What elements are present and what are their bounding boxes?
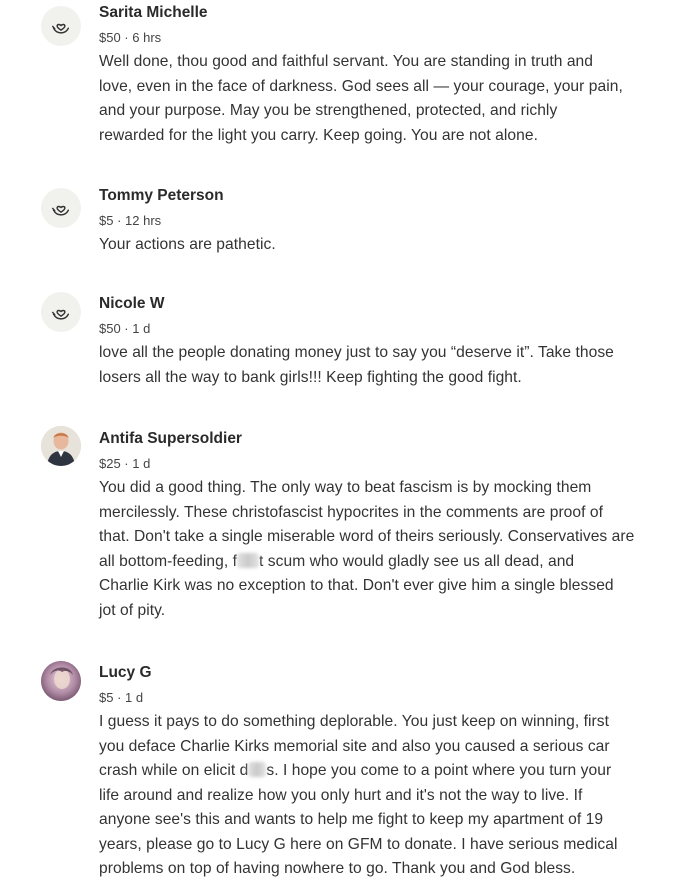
donation-comments-feed: Sarita Michelle $50 · 6 hrs Well done, t… [0,0,700,891]
commenter-name: Antifa Supersoldier [99,430,242,447]
censored-word [237,552,260,568]
comment-text: Well done, thou good and faithful servan… [99,53,623,144]
heart-hand-icon [41,188,81,228]
commenter-name: Lucy G [99,664,152,681]
donation-amount-time: $5 · 1 d [99,690,144,705]
comment-text: I guess it pays to do something deplorab… [99,713,618,877]
heart-hand-icon [41,292,81,332]
heart-hand-icon [41,6,81,46]
donation-amount-time: $50 · 6 hrs [99,30,162,45]
profile-photo-avatar [41,661,81,701]
commenter-name: Tommy Peterson [99,187,224,204]
donation-amount-time: $25 · 1 d [99,456,151,471]
donation-amount-time: $50 · 1 d [99,321,151,336]
donation-amount-time: $5 · 12 hrs [99,213,162,228]
comment-text: love all the people donating money just … [99,344,614,386]
commenter-name: Sarita Michelle [99,4,208,21]
censored-word [248,762,267,777]
comment-text: Your actions are pathetic. [99,236,276,253]
profile-photo-avatar [41,426,81,466]
comment-text: You did a good thing. The only way to be… [99,479,635,619]
commenter-name: Nicole W [99,295,165,312]
